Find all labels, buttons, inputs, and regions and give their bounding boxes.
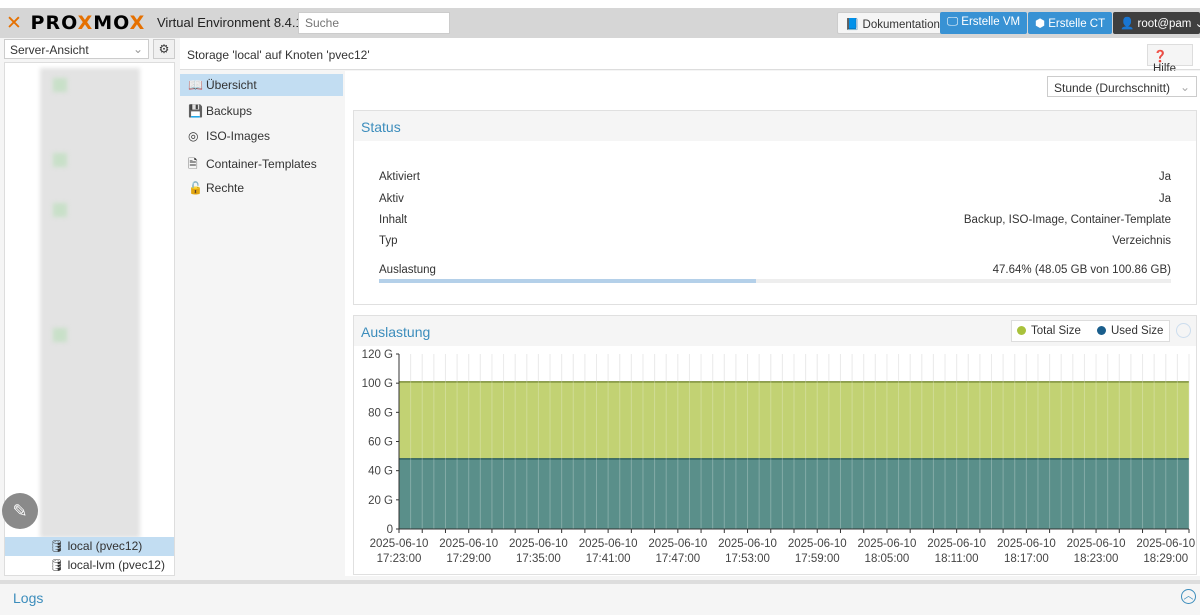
user-icon: 👤: [1120, 18, 1138, 30]
x-tick-time: 18:23:00: [1074, 553, 1119, 565]
redacted-tree: [53, 153, 67, 167]
x-tick-time: 18:29:00: [1143, 553, 1188, 565]
status-row: Aktiv Ja: [379, 193, 1171, 205]
help-icon: ❓: [1153, 51, 1168, 63]
create-vm-button[interactable]: 🖵 Erstelle VM: [940, 12, 1028, 34]
timeframe-select[interactable]: Stunde (Durchschnitt) ⌄: [1047, 76, 1197, 97]
redacted-tree: [53, 203, 67, 217]
resource-tree-panel: Server-Ansicht ⌄ ⚙ 🛢 local (pvec12) 🛢 loc…: [0, 38, 178, 578]
status-row: Aktiviert Ja: [379, 171, 1171, 183]
floppy-icon: 💾: [188, 104, 203, 118]
x-tick-time: 18:05:00: [865, 553, 910, 565]
x-tick-date: 2025-06-10: [1136, 538, 1195, 550]
usage-row: Auslastung 47.64% (48.05 GB von 100.86 GB…: [379, 264, 1171, 276]
user-menu[interactable]: 👤 root@pam ⌄: [1113, 12, 1200, 34]
tree-item-local[interactable]: 🛢 local (pvec12): [5, 537, 174, 556]
title-bar: Storage 'local' auf Knoten 'pvec12' ❓ Hi…: [180, 38, 1200, 75]
view-select[interactable]: Server-Ansicht ⌄: [4, 39, 149, 59]
legend-dot: [1097, 326, 1106, 335]
x-tick-date: 2025-06-10: [858, 538, 917, 550]
usage-progress-bar: [379, 279, 1171, 283]
redacted-tree: [40, 68, 140, 538]
chevron-down-icon: ⌄: [1179, 80, 1190, 94]
x-tick-time: 18:17:00: [1004, 553, 1049, 565]
logs-title: Logs: [13, 590, 44, 606]
monitor-icon: 🖵: [947, 16, 962, 28]
legend-dot: [1017, 326, 1026, 335]
x-tick-time: 18:11:00: [935, 553, 979, 565]
redacted-tree: [53, 328, 67, 342]
x-tick-time: 17:59:00: [795, 553, 840, 565]
chevron-down-icon: ⌄: [1194, 18, 1200, 30]
x-tick-date: 2025-06-10: [997, 538, 1056, 550]
x-tick-date: 2025-06-10: [509, 538, 568, 550]
usage-chart: 0 20 G 40 G 60 G 80 G 100 G 120 G 2025-06-10 17:…: [362, 349, 1196, 565]
x-tick-date: 2025-06-10: [788, 538, 847, 550]
y-tick-label: 100 G: [362, 378, 393, 390]
template-icon: 🗎: [188, 157, 198, 171]
edit-pencil-icon[interactable]: ✎: [2, 493, 38, 529]
x-tick-date: 2025-06-10: [1067, 538, 1126, 550]
y-tick-label: 40 G: [368, 466, 393, 478]
status-row: Typ Verzeichnis: [379, 235, 1171, 247]
storage-icon: 🛢: [49, 539, 68, 553]
top-strip: [0, 0, 1200, 8]
version-label: Virtual Environment 8.4.1: [157, 15, 303, 30]
search-input[interactable]: [298, 12, 450, 34]
status-panel: Status Aktiviert Ja Aktiv Ja Inhalt Backup,…: [353, 110, 1197, 305]
nav-iso-images[interactable]: ◎ ISO-Images: [180, 125, 343, 147]
y-tick-label: 20 G: [368, 495, 393, 507]
x-tick-date: 2025-06-10: [370, 538, 429, 550]
legend-used-size[interactable]: Used Size: [1097, 325, 1163, 337]
storage-icon: 🛢: [49, 558, 68, 572]
status-title: Status: [354, 111, 1196, 141]
book-icon: 📘: [845, 19, 863, 31]
usage-progress-fill: [379, 279, 757, 283]
x-tick-time: 17:35:00: [516, 553, 561, 565]
nav-container-templates[interactable]: 🗎 Container-Templates: [180, 151, 343, 173]
chart-legend: Total Size Used Size: [1011, 320, 1170, 342]
help-button[interactable]: ❓ Hilfe: [1147, 44, 1193, 75]
header: ✕ PROXMOX Virtual Environment 8.4.1 📘 Do…: [0, 8, 1200, 38]
usage-chart-panel: Auslastung Total Size Used Size 0 20 G 40 …: [353, 315, 1197, 575]
unlock-icon: 🔓: [188, 181, 203, 195]
documentation-button[interactable]: 📘 Dokumentation: [837, 12, 948, 34]
y-tick-label: 60 G: [368, 437, 393, 449]
x-tick-time: 17:47:00: [655, 553, 700, 565]
tree-item-local-lvm[interactable]: 🛢 local-lvm (pvec12): [5, 556, 174, 575]
cube-icon: ⬢: [1035, 18, 1049, 30]
logs-panel: Logs ︿: [0, 580, 1200, 612]
x-tick-date: 2025-06-10: [579, 538, 638, 550]
y-tick-label: 80 G: [368, 407, 393, 419]
y-tick-label: 0: [387, 524, 393, 536]
nav-rechte[interactable]: 🔓 Rechte: [180, 177, 343, 199]
y-tick-label: 120 G: [362, 349, 393, 361]
redacted-tree: [53, 78, 67, 92]
x-tick-date: 2025-06-10: [927, 538, 986, 550]
disc-icon: ◎: [188, 129, 199, 143]
x-tick-date: 2025-06-10: [718, 538, 777, 550]
x-tick-time: 17:29:00: [446, 553, 491, 565]
storage-nav: 📖 Übersicht 💾 Backups ◎ ISO-Images 🗎 Contain…: [180, 71, 343, 576]
create-ct-button[interactable]: ⬢ Erstelle CT: [1028, 12, 1113, 34]
x-tick-date: 2025-06-10: [648, 538, 707, 550]
proxmox-logo: ✕ PROXMOX: [6, 12, 146, 34]
legend-total-size[interactable]: Total Size: [1017, 325, 1081, 337]
reset-zoom-icon[interactable]: [1176, 323, 1191, 338]
gear-icon[interactable]: ⚙: [153, 39, 175, 59]
book-icon: 📖: [188, 78, 203, 92]
x-tick-time: 17:53:00: [725, 553, 770, 565]
x-tick-time: 17:23:00: [377, 553, 422, 565]
page-title: Storage 'local' auf Knoten 'pvec12': [187, 48, 370, 62]
chevron-up-icon[interactable]: ︿: [1181, 589, 1196, 604]
nav-uebersicht[interactable]: 📖 Übersicht: [180, 74, 343, 96]
main-content: Stunde (Durchschnitt) ⌄ Status Aktiviert J…: [345, 71, 1200, 576]
chevron-down-icon: ⌄: [132, 42, 143, 56]
x-tick-time: 17:41:00: [586, 553, 631, 565]
status-row: Inhalt Backup, ISO-Image, Container-Templ…: [379, 214, 1171, 226]
x-tick-date: 2025-06-10: [439, 538, 498, 550]
nav-backups[interactable]: 💾 Backups: [180, 100, 343, 122]
